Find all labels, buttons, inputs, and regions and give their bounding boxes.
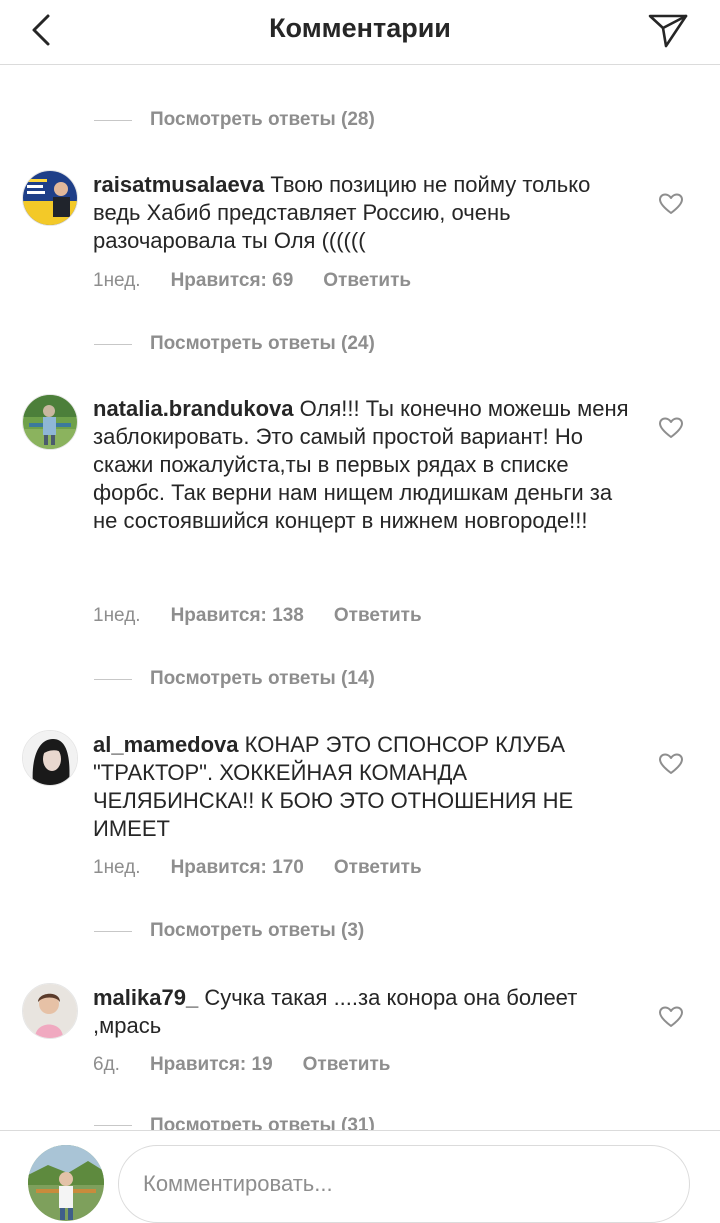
comment-body: al_mamedova КОНАР ЭТО СПОНСОР КЛУБА "ТРА… [93, 731, 633, 843]
heart-icon[interactable] [658, 1005, 684, 1029]
comment-meta: 1нед. Нравится: 138 Ответить [93, 605, 422, 627]
comment-time: 1нед. [93, 857, 141, 878]
divider [94, 930, 132, 932]
comment-meta: 1нед. Нравится: 170 Ответить [93, 857, 422, 879]
view-replies-button[interactable]: Посмотреть ответы (24) [94, 330, 375, 358]
heart-icon[interactable] [658, 416, 684, 440]
reply-button[interactable]: Ответить [303, 1054, 391, 1075]
reply-button[interactable]: Ответить [334, 605, 422, 626]
comment-input[interactable] [141, 1164, 665, 1204]
avatar[interactable] [22, 394, 78, 450]
view-replies-button[interactable]: Посмотреть ответы (31) [94, 1112, 375, 1130]
comment-username[interactable]: al_mamedova [93, 732, 239, 757]
page-title: Комментарии [269, 13, 451, 43]
heart-icon[interactable] [658, 192, 684, 216]
comment-username[interactable]: raisatmusalaeva [93, 172, 264, 197]
view-replies-label: Посмотреть ответы (28) [150, 109, 375, 130]
view-replies-label: Посмотреть ответы (24) [150, 333, 375, 354]
avatar[interactable] [22, 730, 78, 786]
avatar[interactable] [22, 170, 78, 226]
comment-time: 6д. [93, 1054, 120, 1075]
comment-body: natalia.brandukova Оля!!! Ты конечно мож… [93, 395, 633, 535]
comment-time: 1нед. [93, 605, 141, 626]
likes-count[interactable]: Нравится: 138 [171, 605, 304, 626]
view-replies-label: Посмотреть ответы (14) [150, 668, 375, 689]
comment-username[interactable]: natalia.brandukova [93, 396, 294, 421]
heart-icon[interactable] [658, 752, 684, 776]
reply-button[interactable]: Ответить [323, 270, 411, 291]
likes-count[interactable]: Нравится: 19 [150, 1054, 273, 1075]
comment-input-wrapper [118, 1145, 690, 1223]
view-replies-button[interactable]: Посмотреть ответы (14) [94, 665, 375, 693]
view-replies-label: Посмотреть ответы (3) [150, 920, 365, 941]
divider [94, 1125, 132, 1126]
likes-count[interactable]: Нравится: 69 [171, 270, 294, 291]
view-replies-label: Посмотреть ответы (31) [150, 1115, 375, 1130]
comment-meta: 6д. Нравится: 19 Ответить [93, 1054, 390, 1076]
comment-time: 1нед. [93, 270, 141, 291]
divider [94, 343, 132, 345]
divider [94, 119, 132, 121]
view-replies-button[interactable]: Посмотреть ответы (3) [94, 917, 364, 945]
comment-body: malika79_ Сучка такая ....за конора она … [93, 984, 633, 1040]
comment-composer [0, 1130, 720, 1223]
avatar[interactable] [22, 983, 78, 1039]
likes-count[interactable]: Нравится: 170 [171, 857, 304, 878]
view-replies-button[interactable]: Посмотреть ответы (28) [94, 106, 375, 134]
top-navigation-bar: Комментарии [0, 0, 720, 65]
direct-send-icon[interactable] [644, 6, 692, 50]
comment-body: raisatmusalaeva Твою позицию не пойму то… [93, 171, 633, 255]
divider [94, 678, 132, 680]
reply-button[interactable]: Ответить [334, 857, 422, 878]
avatar [28, 1145, 104, 1221]
comment-username[interactable]: malika79_ [93, 985, 198, 1010]
comment-meta: 1нед. Нравится: 69 Ответить [93, 270, 411, 292]
